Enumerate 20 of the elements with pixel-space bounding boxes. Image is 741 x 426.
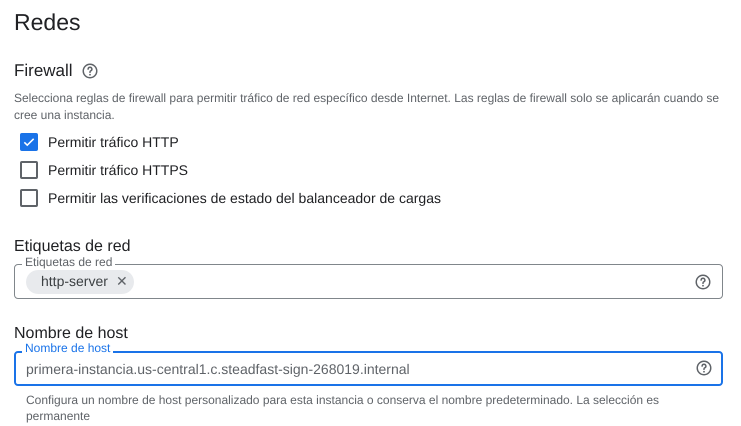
field-label: Nombre de host (22, 341, 114, 355)
help-icon[interactable] (695, 359, 713, 377)
page-title: Redes (14, 8, 82, 37)
section-heading: Etiquetas de red (14, 237, 132, 257)
helper-text: Configura un nombre de host personalizado para esta instancia o conserva el nombre predeterminado. La selección es permanente (25, 392, 660, 424)
help-icon[interactable] (80, 62, 99, 80)
checkbox[interactable] (20, 133, 38, 151)
checkbox-label: Permitir tráfico HTTP (48, 132, 179, 152)
checkbox-label: Permitir las verificaciones de estado del balanceador de cargas (48, 188, 441, 208)
help-icon[interactable] (694, 272, 712, 290)
checkbox[interactable] (20, 189, 38, 207)
section-heading: Firewall (14, 60, 73, 82)
hostname-field[interactable]: primera-instancia.us-central1.c.steadfast-sign-268019.internal (14, 351, 723, 386)
section-heading: Nombre de host (14, 324, 129, 343)
field-label: Etiquetas de red (22, 255, 116, 269)
checkbox[interactable] (20, 161, 38, 179)
description-text: Selecciona reglas de firewall para permitir tráfico de red específico desde Internet. Las reglas de firewall solo se aplicarán cuando se cree una instancia. (14, 90, 720, 124)
remove-icon[interactable]: ✕ (116, 271, 128, 292)
checkbox-label: Permitir tráfico HTTPS (48, 160, 188, 180)
tag-chip[interactable]: http-server ✕ (26, 270, 134, 294)
